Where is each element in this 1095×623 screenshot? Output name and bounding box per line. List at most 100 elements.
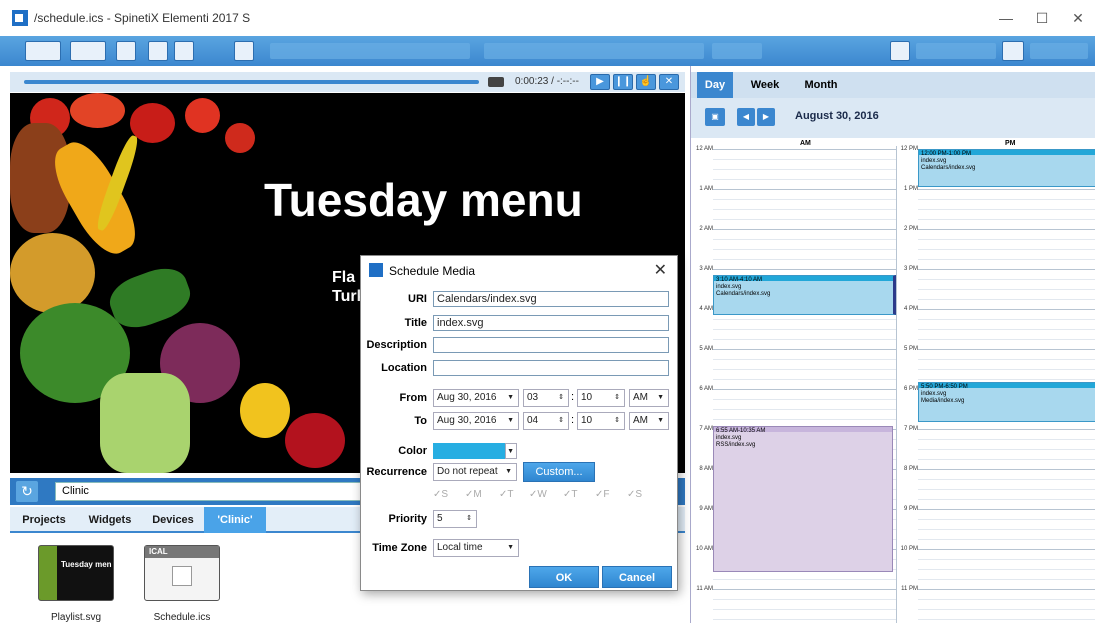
tab-clinic[interactable]: 'Clinic'	[204, 507, 266, 533]
event-block[interactable]: 3:10 AM-4:10 AM index.svg Calendars/inde…	[713, 275, 896, 315]
hour-label: 6 AM	[699, 386, 713, 392]
progress-track[interactable]	[24, 80, 479, 84]
record-icon[interactable]	[488, 77, 504, 87]
color-label: Color	[398, 445, 427, 457]
cancel-button[interactable]: Cancel	[602, 566, 672, 588]
event-block[interactable]: 12:00 PM-1:00 PM index.svg Calendars/ind…	[918, 149, 1095, 187]
hour-label: 1 AM	[699, 186, 713, 192]
uri-field[interactable]: Calendars/index.svg	[433, 291, 669, 307]
prev-day-button[interactable]: ◀	[737, 108, 755, 126]
priority-spinner[interactable]: 5 ⇕	[433, 510, 477, 528]
quarter-gridline	[918, 299, 1095, 300]
tab-week[interactable]: Week	[743, 72, 787, 98]
recurrence-select[interactable]: Do not repeat ▼	[433, 463, 517, 481]
hour-gridline	[713, 349, 896, 350]
quarter-gridline	[918, 289, 1095, 290]
tab-projects[interactable]: Projects	[10, 507, 78, 533]
uri-label: URI	[408, 293, 427, 305]
today-icon[interactable]: ▣	[705, 108, 725, 126]
schedule-thumbnail[interactable]: ICAL	[144, 545, 220, 601]
tab-widgets[interactable]: Widgets	[78, 507, 142, 533]
to-ampm-select[interactable]: AM ▼	[629, 412, 669, 430]
quarter-gridline	[918, 239, 1095, 240]
hour-gridline	[918, 469, 1095, 470]
hour-gridline	[918, 309, 1095, 310]
playlist-thumbnail[interactable]: Tuesday men	[38, 545, 114, 601]
calendar-header: ▣ ◀ ▶ August 30, 2016	[691, 98, 1095, 138]
title-field[interactable]: index.svg	[433, 315, 669, 331]
hour-label: 10 AM	[695, 546, 713, 552]
save-icon[interactable]	[116, 41, 136, 61]
from-hour-value: 03	[527, 392, 539, 403]
to-hour-spinner[interactable]: 04 ⇕	[523, 412, 569, 430]
menu-icon[interactable]	[25, 41, 61, 61]
tab-month[interactable]: Month	[795, 72, 847, 98]
minimize-button[interactable]: —	[996, 8, 1016, 28]
to-minute-spinner[interactable]: 10 ⇕	[577, 412, 625, 430]
tab-devices[interactable]: Devices	[142, 507, 204, 533]
search-input[interactable]: Clinic	[55, 482, 385, 501]
tab-day[interactable]: Day	[697, 72, 733, 98]
tomato-image	[185, 98, 220, 133]
hour-gridline	[918, 549, 1095, 550]
hour-label: 11 AM	[696, 586, 713, 592]
tomato-image	[70, 93, 125, 128]
event-block[interactable]: 6:55 AM-10:35 AM index.svg RSS/index.svg	[713, 426, 893, 572]
quarter-gridline	[713, 239, 896, 240]
refresh-icon[interactable]: ↻	[16, 481, 38, 502]
event-uri: Calendars/index.svg	[716, 291, 771, 297]
quarter-gridline	[918, 339, 1095, 340]
event-block[interactable]: 5:50 PM-6:50 PM index.svg Media/index.sv…	[918, 382, 1095, 422]
quarter-gridline	[918, 379, 1095, 380]
delete-schedule-icon[interactable]	[890, 41, 910, 61]
hour-label: 12 AM	[695, 146, 713, 152]
day-checkbox: ✓W	[529, 489, 547, 500]
new-document-icon[interactable]	[70, 41, 106, 61]
to-label: To	[414, 415, 427, 427]
event-title: index.svg	[921, 391, 947, 397]
ok-button[interactable]: OK	[529, 566, 599, 588]
recurrence-label: Recurrence	[366, 466, 427, 478]
event-uri: Media/index.svg	[921, 398, 965, 404]
color-dropdown[interactable]: ▼	[505, 443, 517, 459]
timezone-select[interactable]: Local time ▼	[433, 539, 519, 557]
from-minute-spinner[interactable]: 10 ⇕	[577, 389, 625, 407]
color-picker[interactable]	[433, 443, 505, 459]
hour-label: 4 AM	[699, 306, 713, 312]
from-date-picker[interactable]: Aug 30, 2016 ▼	[433, 389, 519, 407]
pm-header: PM	[1005, 140, 1016, 147]
hand-icon[interactable]: ☝	[636, 74, 656, 90]
day-letter: S	[635, 489, 643, 500]
custom-button[interactable]: Custom...	[523, 462, 595, 482]
next-day-button[interactable]: ▶	[757, 108, 775, 126]
close-preview-icon[interactable]: ✕	[659, 74, 679, 90]
hour-label: 2 AM	[699, 226, 713, 232]
quarter-gridline	[713, 409, 896, 410]
close-window-button[interactable]: ✕	[1068, 8, 1088, 28]
description-field[interactable]	[433, 337, 669, 353]
time-separator: :	[571, 414, 575, 426]
text-controls	[484, 43, 704, 59]
event-time: 3:10 AM-4:10 AM	[716, 277, 763, 283]
from-ampm-select[interactable]: AM ▼	[629, 389, 669, 407]
cut-icon[interactable]	[148, 41, 168, 61]
quarter-gridline	[713, 379, 896, 380]
location-field[interactable]	[433, 360, 669, 376]
undo-icon[interactable]	[234, 41, 254, 61]
align-controls	[712, 43, 762, 59]
dialog-close-icon[interactable]: ✕	[654, 260, 667, 280]
pause-icon[interactable]: ❙❙	[613, 74, 633, 90]
maximize-button[interactable]: ☐	[1032, 8, 1052, 28]
to-date-picker[interactable]: Aug 30, 2016 ▼	[433, 412, 519, 430]
chevron-down-icon: ▼	[657, 394, 664, 401]
add-schedule-icon[interactable]	[1002, 41, 1024, 61]
volume-icon[interactable]: ▶	[590, 74, 610, 90]
quarter-gridline	[713, 159, 896, 160]
copy-icon[interactable]	[174, 41, 194, 61]
quarter-gridline	[918, 609, 1095, 610]
event-time: 5:50 PM-6:50 PM	[921, 384, 968, 390]
from-hour-spinner[interactable]: 03 ⇕	[523, 389, 569, 407]
calendar-panel: Day Week Month ▣ ◀ ▶ August 30, 2016 AM …	[690, 66, 1095, 623]
day-checkbox: ✓F	[595, 489, 610, 500]
calendar-date: August 30, 2016	[795, 110, 879, 122]
